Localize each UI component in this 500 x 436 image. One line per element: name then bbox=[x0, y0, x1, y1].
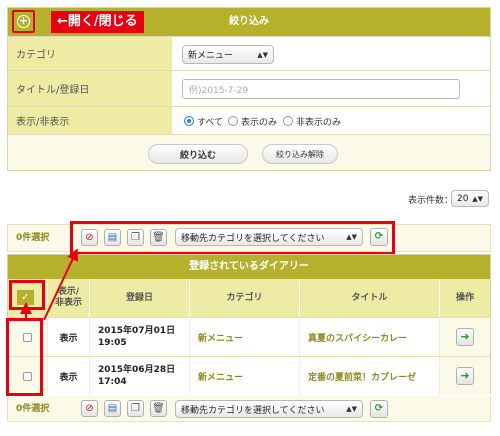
arrow-to-action-bar bbox=[43, 248, 79, 321]
annotation-arrows bbox=[20, 248, 79, 321]
